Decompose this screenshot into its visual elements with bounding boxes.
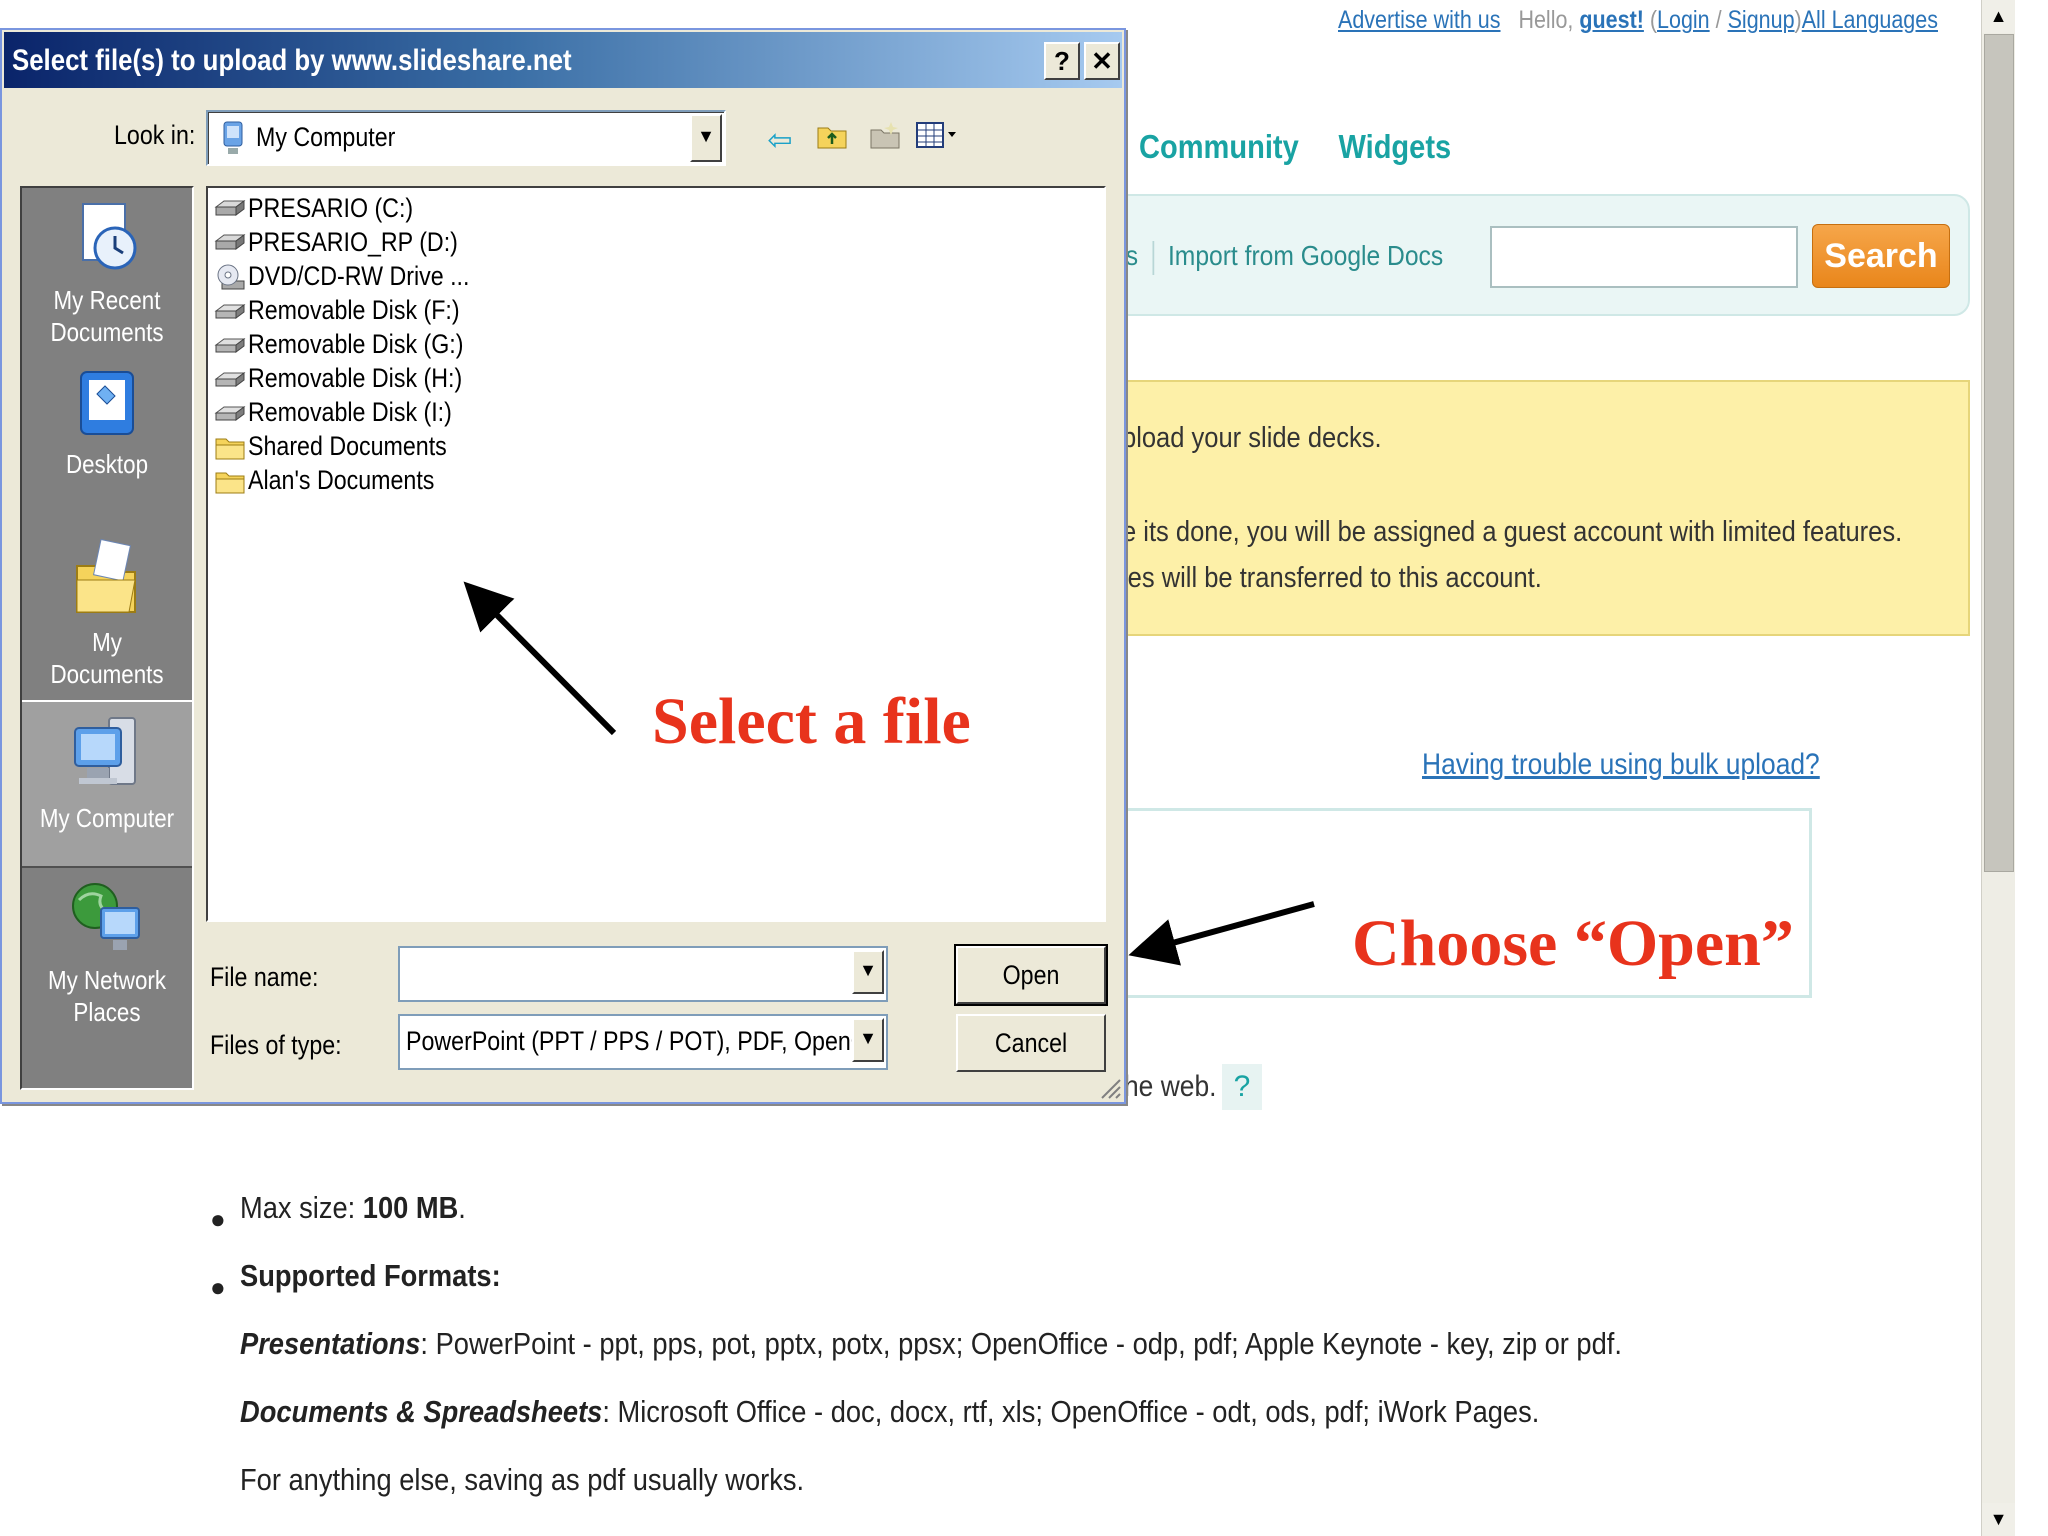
choose-open-arrow [1128,901,1315,966]
select-file-arrow [463,581,617,736]
choose-open-annotation: Choose “Open” [1352,907,1794,980]
select-file-annotation: Select a file [652,685,971,758]
annotation-arrows [463,581,1315,966]
